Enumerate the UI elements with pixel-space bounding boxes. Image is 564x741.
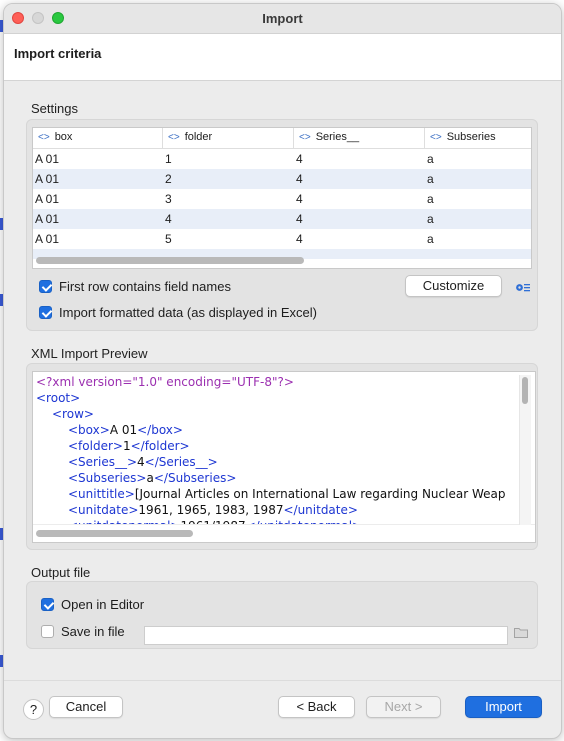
table-cell: A 01 (35, 212, 60, 226)
xml-value: 4 (137, 455, 145, 469)
column-label: box (54, 131, 73, 143)
xml-tag: <row> (52, 407, 94, 421)
xml-line: <root> (36, 391, 80, 405)
footer-divider (4, 680, 561, 681)
table-cell: 4 (165, 212, 172, 226)
xml-line: <Subseries>a</Subseries> (68, 471, 236, 485)
next-button[interactable]: Next > (366, 696, 441, 718)
column-header-folder[interactable]: <> folder (163, 128, 294, 148)
table-cell: 4 (296, 212, 303, 226)
xml-tag: <root> (36, 391, 81, 405)
xml-tag: <unittitle> (68, 487, 135, 501)
table-row[interactable]: A 01 3 4 a (33, 189, 531, 209)
xml-tag: </folder> (130, 439, 190, 453)
field-icon: <> (430, 132, 442, 143)
first-row-field-names-label: First row contains field names (59, 279, 231, 294)
import-formatted-data-checkbox[interactable] (39, 306, 52, 319)
table-cell: 4 (296, 232, 303, 246)
output-file-section-label: Output file (31, 565, 91, 580)
xml-value: [Journal Articles on International Law r… (134, 487, 506, 501)
column-label: Series__ (315, 131, 360, 143)
xml-tag: <Subseries> (68, 471, 147, 485)
xml-tag: </Subseries> (153, 471, 237, 485)
xml-tag: </Series__> (144, 455, 218, 469)
table-cell: A 01 (35, 192, 60, 206)
import-button[interactable]: Import (465, 696, 542, 718)
xml-vertical-scrollbar[interactable] (522, 377, 528, 404)
table-cell: 5 (165, 232, 172, 246)
dialog-header: Import criteria (4, 34, 561, 81)
settings-section-label: Settings (31, 101, 78, 116)
xml-preview-section-label: XML Import Preview (31, 346, 148, 361)
xml-tag: <Series__> (68, 455, 138, 469)
column-label: folder (184, 131, 213, 143)
xml-tag: <unitdate> (68, 503, 139, 517)
xml-value: A 01 (109, 423, 138, 437)
folder-browse-icon[interactable] (514, 627, 528, 638)
table-cell: a (427, 172, 434, 186)
import-dialog: Import Import criteria Settings <> box <>… (3, 3, 562, 739)
xml-declaration: <?xml version="1.0" encoding="UTF-8"?> (36, 375, 294, 389)
table-row[interactable]: A 01 2 4 a (33, 169, 531, 189)
xml-tag: <folder> (68, 439, 123, 453)
xml-line: <row> (52, 407, 94, 421)
table-cell: a (427, 192, 434, 206)
table-row[interactable]: A 01 5 4 a (33, 229, 531, 249)
xml-line: <?xml version="1.0" encoding="UTF-8"?> (36, 375, 294, 389)
back-button[interactable]: < Back (278, 696, 355, 718)
gear-settings-icon[interactable] (515, 282, 531, 293)
xml-value: 1961, 1965, 1983, 1987 (138, 503, 284, 517)
table-row[interactable]: A 01 4 4 a (33, 209, 531, 229)
data-preview-table[interactable]: <> box <> folder <> Series__ <> Subseries A … (32, 127, 532, 269)
help-button[interactable]: ? (23, 699, 44, 720)
title-bar: Import (4, 4, 561, 34)
xml-tag: </unitdate> (283, 503, 358, 517)
xml-tag: </box> (137, 423, 183, 437)
xml-line: <box>A 01</box> (68, 423, 183, 437)
table-header-row: <> box <> folder <> Series__ <> Subseries (33, 128, 531, 149)
open-in-editor-label: Open in Editor (61, 597, 145, 612)
xml-line: <unittitle>[Journal Articles on Internat… (68, 487, 505, 501)
xml-horizontal-scrollbar[interactable] (36, 530, 193, 537)
table-cell: a (427, 232, 434, 246)
import-formatted-data-label: Import formatted data (as displayed in E… (59, 305, 317, 320)
table-cell: 2 (165, 172, 172, 186)
xml-line: <folder>1</folder> (68, 439, 190, 453)
xml-line: <unitdate>1961, 1965, 1983, 1987</unitda… (68, 503, 358, 517)
table-cell: A 01 (35, 152, 60, 166)
table-cell: a (427, 152, 434, 166)
column-label: Subseries (446, 131, 496, 143)
table-cell: A 01 (35, 232, 60, 246)
open-in-editor-checkbox[interactable] (41, 598, 54, 611)
window-title: Import (262, 11, 303, 26)
column-header-subseries[interactable]: <> Subseries (425, 128, 531, 148)
xml-tag: <box> (68, 423, 110, 437)
table-cell: 4 (296, 172, 303, 186)
column-header-series[interactable]: <> Series__ (294, 128, 425, 148)
table-cell: 4 (296, 192, 303, 206)
save-in-file-checkbox[interactable] (41, 625, 54, 638)
xml-value: 1 (122, 439, 131, 453)
cancel-button[interactable]: Cancel (49, 696, 123, 718)
table-cell: 4 (296, 152, 303, 166)
header-title: Import criteria (14, 46, 102, 61)
table-cell: 3 (165, 192, 172, 206)
save-in-file-label: Save in file (61, 624, 125, 639)
field-icon: <> (168, 132, 180, 143)
field-icon: <> (38, 132, 50, 143)
table-horizontal-scrollbar[interactable] (36, 257, 304, 264)
xml-preview-pane[interactable]: <?xml version="1.0" encoding="UTF-8"?> <… (32, 371, 536, 543)
table-row[interactable]: A 01 1 4 a (33, 149, 531, 169)
table-cell: a (427, 212, 434, 226)
field-icon: <> (299, 132, 311, 143)
customize-button[interactable]: Customize (405, 275, 502, 297)
save-path-input[interactable] (144, 626, 508, 645)
table-cell: A 01 (35, 172, 60, 186)
xml-value: a (146, 471, 154, 485)
xml-line: <Series__>4</Series__> (68, 455, 218, 469)
first-row-field-names-checkbox[interactable] (39, 280, 52, 293)
column-header-box[interactable]: <> box (33, 128, 163, 148)
table-cell: 1 (165, 152, 172, 166)
